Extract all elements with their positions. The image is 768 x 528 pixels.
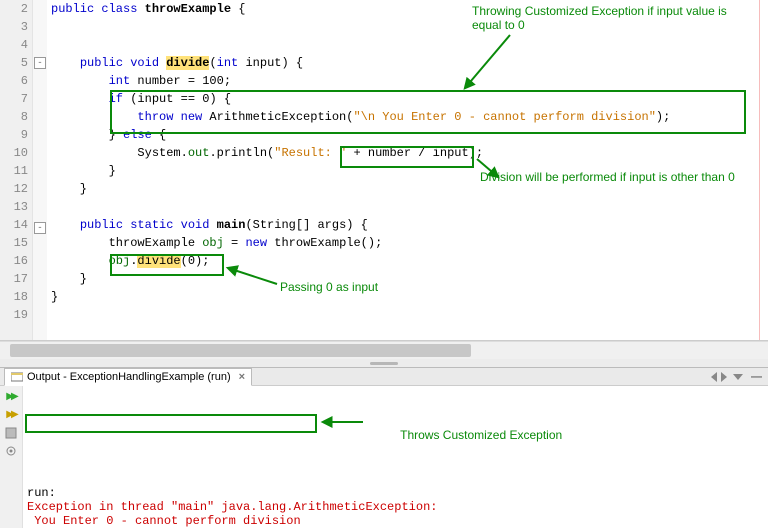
output-tab[interactable]: Output - ExceptionHandlingExample (run) … <box>4 368 252 386</box>
line-number: 6 <box>0 72 32 90</box>
run-button[interactable]: ▶▶ <box>3 408 19 422</box>
settings-button[interactable] <box>3 444 19 458</box>
ide-root: 2345678910111213141516171819 -- public c… <box>0 0 768 528</box>
fold-toggle[interactable]: - <box>34 222 46 234</box>
editor-pane: 2345678910111213141516171819 -- public c… <box>0 0 768 341</box>
line-number: 12 <box>0 180 32 198</box>
output-line: You Enter 0 - cannot perform division <box>27 514 764 528</box>
code-line[interactable] <box>47 18 768 36</box>
line-number: 2 <box>0 0 32 18</box>
pane-splitter[interactable] <box>0 359 768 367</box>
line-number: 9 <box>0 126 32 144</box>
output-tab-title: Output - ExceptionHandlingExample (run) <box>27 371 231 383</box>
code-line[interactable]: public void divide(int input) { <box>47 54 768 72</box>
output-body: ▶▶ ▶▶ Throws Customized Exception run:Ex… <box>0 386 768 528</box>
line-number-gutter: 2345678910111213141516171819 <box>0 0 33 340</box>
code-line[interactable]: obj.divide(0); <box>47 252 768 270</box>
output-pane: Output - ExceptionHandlingExample (run) … <box>0 367 768 528</box>
line-number: 7 <box>0 90 32 108</box>
code-area[interactable]: public class throwExample { public void … <box>47 0 768 340</box>
annotation-output: Throws Customized Exception <box>367 414 562 457</box>
line-number: 3 <box>0 18 32 36</box>
scrollbar-thumb[interactable] <box>10 344 471 357</box>
code-line[interactable]: int number = 100; <box>47 72 768 90</box>
tabs-menu-dropdown-icon[interactable] <box>733 374 743 380</box>
line-number: 18 <box>0 288 32 306</box>
terminal-icon <box>11 371 23 383</box>
code-line[interactable]: if (input == 0) { <box>47 90 768 108</box>
tabs-scroll-left-icon[interactable] <box>711 372 717 382</box>
output-line: Exception in thread "main" java.lang.Ari… <box>27 500 764 514</box>
line-number: 10 <box>0 144 32 162</box>
annotation-label: Throws Customized Exception <box>400 428 562 442</box>
line-number: 8 <box>0 108 32 126</box>
rerun-button[interactable]: ▶▶ <box>3 390 19 404</box>
editor-horizontal-scrollbar[interactable] <box>0 341 768 359</box>
arrow-output <box>319 416 367 432</box>
code-line[interactable]: } else { <box>47 126 768 144</box>
line-number: 5 <box>0 54 32 72</box>
code-line[interactable]: } <box>47 270 768 288</box>
code-line[interactable] <box>47 36 768 54</box>
line-number: 4 <box>0 36 32 54</box>
code-line[interactable]: } <box>47 180 768 198</box>
tabs-scroll-right-icon[interactable] <box>721 372 727 382</box>
minimize-icon[interactable]: — <box>751 371 762 383</box>
close-icon[interactable]: × <box>239 371 245 383</box>
line-number: 19 <box>0 306 32 324</box>
code-line[interactable]: throw new ArithmeticException("\n You En… <box>47 108 768 126</box>
line-number: 14 <box>0 216 32 234</box>
code-line[interactable] <box>47 306 768 324</box>
line-number: 15 <box>0 234 32 252</box>
code-line[interactable]: public class throwExample { <box>47 0 768 18</box>
line-number: 11 <box>0 162 32 180</box>
fold-toggle[interactable]: - <box>34 57 46 69</box>
output-line: run: <box>27 486 764 500</box>
code-line[interactable]: } <box>47 162 768 180</box>
code-line[interactable]: public static void main(String[] args) { <box>47 216 768 234</box>
output-gutter: ▶▶ ▶▶ <box>0 386 23 528</box>
line-number: 17 <box>0 270 32 288</box>
code-line[interactable]: System.out.println("Result: " + number /… <box>47 144 768 162</box>
output-console[interactable]: Throws Customized Exception run:Exceptio… <box>23 386 768 528</box>
output-tabs-bar: Output - ExceptionHandlingExample (run) … <box>0 368 768 386</box>
code-line[interactable]: throwExample obj = new throwExample(); <box>47 234 768 252</box>
line-number: 16 <box>0 252 32 270</box>
fold-gutter: -- <box>33 0 47 340</box>
highlight-box-output-msg <box>25 414 317 433</box>
code-line[interactable] <box>47 198 768 216</box>
line-number: 13 <box>0 198 32 216</box>
stop-button[interactable] <box>3 426 19 440</box>
code-line[interactable]: } <box>47 288 768 306</box>
